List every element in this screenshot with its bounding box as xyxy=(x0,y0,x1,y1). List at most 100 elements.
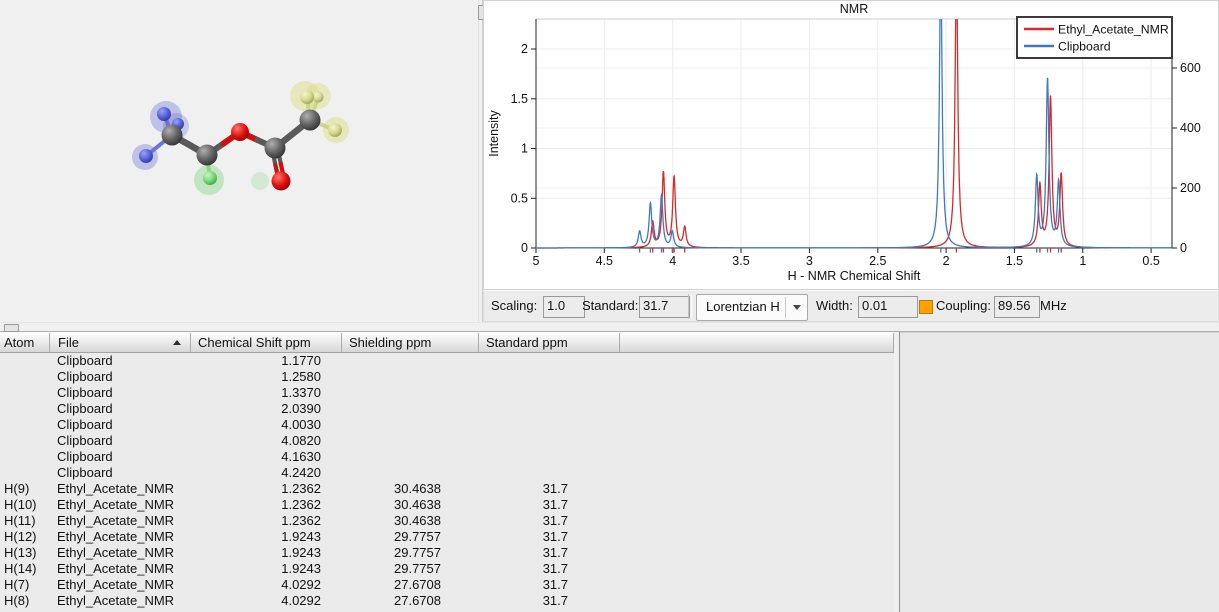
cell-shift: 4.0292 xyxy=(189,577,332,593)
table-row[interactable]: H(14)Ethyl_Acetate_NMR1.924329.775731.7 xyxy=(0,561,894,577)
cell-file: Ethyl_Acetate_NMR xyxy=(49,577,189,593)
cell-atom xyxy=(0,401,49,417)
table-row[interactable]: Clipboard4.1630 xyxy=(0,449,894,465)
scaling-input[interactable]: 1.0 xyxy=(543,296,585,318)
standard-label: Standard: xyxy=(582,298,638,313)
hydrogen-atom[interactable] xyxy=(139,149,153,163)
column-header-file[interactable]: File xyxy=(50,333,191,352)
coupling-unit-label: MHz xyxy=(1040,298,1067,313)
table-row[interactable]: H(7)Ethyl_Acetate_NMR4.029227.670831.7 xyxy=(0,577,894,593)
column-header-atom[interactable]: Atom xyxy=(0,333,50,352)
legend-label: Ethyl_Acetate_NMR xyxy=(1058,23,1169,37)
cell-filler xyxy=(594,417,894,433)
x-tick-label: 3 xyxy=(806,254,813,268)
column-header-shielding-ppm[interactable]: Shielding ppm xyxy=(342,333,479,352)
cell-shielding: 27.6708 xyxy=(332,577,461,593)
cell-atom: H(13) xyxy=(0,545,49,561)
splitter-handle[interactable] xyxy=(4,324,19,332)
cell-filler xyxy=(594,529,894,545)
cell-shift: 1.2580 xyxy=(189,369,332,385)
y-axis-label: Intensity xyxy=(487,109,501,156)
empty-side-panel xyxy=(900,332,1219,612)
chevron-down-icon xyxy=(793,305,801,310)
table-row[interactable]: Clipboard4.0030 xyxy=(0,417,894,433)
nmr-chart-panel[interactable]: 54.543.532.521.510.500.511.520200400600N… xyxy=(483,0,1219,290)
cell-standard xyxy=(461,465,594,481)
table-row[interactable]: H(10)Ethyl_Acetate_NMR1.236230.463831.7 xyxy=(0,497,894,513)
oxygen-atom[interactable] xyxy=(272,172,291,191)
width-input[interactable]: 0.01 xyxy=(858,296,918,318)
cell-shift: 1.9243 xyxy=(189,529,332,545)
cell-filler xyxy=(594,433,894,449)
table-row[interactable]: Clipboard1.2580 xyxy=(0,369,894,385)
cell-file: Ethyl_Acetate_NMR xyxy=(49,497,189,513)
y-tick-label: 1.5 xyxy=(511,92,528,106)
table-row[interactable]: Clipboard2.0390 xyxy=(0,401,894,417)
carbon-atom[interactable] xyxy=(197,145,218,166)
nmr-spectrum-plot[interactable]: 54.543.532.521.510.500.511.520200400600N… xyxy=(484,1,1218,289)
x-tick-label: 1 xyxy=(1079,254,1086,268)
molecule-3d-viewport[interactable] xyxy=(0,0,478,322)
table-row[interactable]: Clipboard4.0820 xyxy=(0,433,894,449)
cell-shielding xyxy=(332,465,461,481)
legend: Ethyl_Acetate_NMRClipboard xyxy=(1017,17,1172,58)
cell-shielding xyxy=(332,433,461,449)
cell-shielding xyxy=(332,401,461,417)
cell-shielding: 29.7757 xyxy=(332,529,461,545)
cell-filler xyxy=(594,545,894,561)
hydrogen-atom[interactable] xyxy=(203,171,217,185)
dropdown-separator xyxy=(785,297,786,318)
cell-shift: 1.3370 xyxy=(189,385,332,401)
table-row[interactable]: H(9)Ethyl_Acetate_NMR1.236230.463831.7 xyxy=(0,481,894,497)
standard-input[interactable]: 31.7 xyxy=(639,296,690,318)
hydrogen-atom[interactable] xyxy=(157,107,171,121)
table-row[interactable]: H(8)Ethyl_Acetate_NMR4.029227.670831.7 xyxy=(0,593,894,609)
cell-shielding: 30.4638 xyxy=(332,513,461,529)
cell-standard: 31.7 xyxy=(461,593,594,609)
cell-atom: H(12) xyxy=(0,529,49,545)
horizontal-splitter[interactable] xyxy=(0,322,1219,332)
cell-filler xyxy=(594,369,894,385)
coupling-input[interactable]: 89.56 xyxy=(994,296,1040,318)
cell-standard xyxy=(461,385,594,401)
column-header-standard-ppm[interactable]: Standard ppm xyxy=(479,333,620,352)
cell-atom: H(14) xyxy=(0,561,49,577)
carbon-atom[interactable] xyxy=(300,110,321,131)
cell-standard xyxy=(461,353,594,369)
cell-shift: 4.1630 xyxy=(189,449,332,465)
carbon-atom[interactable] xyxy=(162,125,183,146)
cell-file: Ethyl_Acetate_NMR xyxy=(49,561,189,577)
y-tick-label: 2 xyxy=(521,42,528,56)
cell-standard xyxy=(461,369,594,385)
x-tick-label: 4 xyxy=(669,254,676,268)
cell-file: Clipboard xyxy=(49,369,189,385)
chart-title: NMR xyxy=(840,2,868,16)
cell-shielding xyxy=(332,417,461,433)
table-row[interactable]: Clipboard1.1770 xyxy=(0,353,894,369)
column-header-chemical-shift-ppm[interactable]: Chemical Shift ppm xyxy=(191,333,342,352)
table-row[interactable]: H(13)Ethyl_Acetate_NMR1.924329.775731.7 xyxy=(0,545,894,561)
table-row[interactable]: Clipboard4.2420 xyxy=(0,465,894,481)
y-tick-label: 1 xyxy=(521,142,528,156)
lineshape-dropdown[interactable]: Lorentzian H xyxy=(696,294,808,321)
cell-filler xyxy=(594,385,894,401)
cell-shielding: 29.7757 xyxy=(332,561,461,577)
cell-file: Ethyl_Acetate_NMR xyxy=(49,513,189,529)
hydrogen-atom[interactable] xyxy=(313,92,324,103)
table-row[interactable]: Clipboard1.3370 xyxy=(0,385,894,401)
cell-shielding xyxy=(332,369,461,385)
right-y-tick-label: 600 xyxy=(1180,61,1201,75)
table-row[interactable]: H(11)Ethyl_Acetate_NMR1.236230.463831.7 xyxy=(0,513,894,529)
hydrogen-atom[interactable] xyxy=(328,123,342,137)
cell-standard xyxy=(461,449,594,465)
coupling-checkbox[interactable] xyxy=(919,300,933,314)
cell-filler xyxy=(594,449,894,465)
table-row[interactable]: H(12)Ethyl_Acetate_NMR1.924329.775731.7 xyxy=(0,529,894,545)
cell-atom: H(9) xyxy=(0,481,49,497)
oxygen-atom[interactable] xyxy=(231,123,249,141)
cell-shift: 1.2362 xyxy=(189,513,332,529)
cell-shift: 4.2420 xyxy=(189,465,332,481)
hydrogen-atom[interactable] xyxy=(300,90,314,104)
lineshape-dropdown-value: Lorentzian H xyxy=(706,299,784,315)
carbon-atom[interactable] xyxy=(265,138,286,159)
